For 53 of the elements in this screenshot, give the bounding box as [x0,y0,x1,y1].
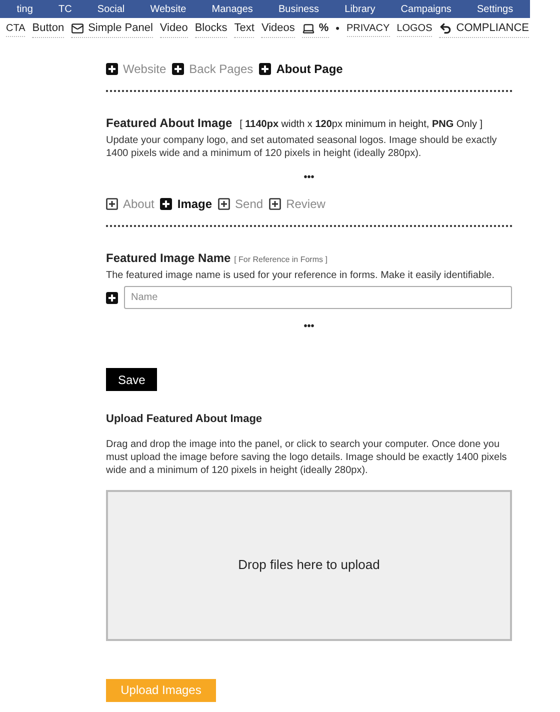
name-input-field[interactable]: Name [124,286,512,309]
plus-square-icon [106,198,118,210]
section-title: Featured Image Name [106,251,231,265]
section-title: Featured About Image [106,116,232,130]
plus-square-icon [106,63,118,75]
nav-link[interactable]: Settings [476,2,514,16]
tab[interactable]: Back Pages [172,60,254,78]
image-spec-text: [ 1140px width x 120px minimum in height, PNG Only ] [240,119,483,130]
description-text: The featured image name is used for your reference in forms. Make it easily identifiable. [106,269,496,282]
undo-icon [439,22,452,35]
toolbar-link[interactable]: PRIVACY [346,21,390,37]
toolbar-link[interactable]: Button [32,20,64,38]
description-text: Update your company logo, and set automated seasonal logos. Image should be exactly 1400 pixels wide and a minimum of 120 pixels in height (ideally 280px). [106,134,498,160]
toolbar-link[interactable]: • [336,20,340,38]
save-button[interactable]: Save [106,368,158,391]
nav-link[interactable]: Library [344,2,376,16]
tab[interactable]: Review [269,195,326,213]
nav-link[interactable]: Business [278,2,320,16]
toolbar-link[interactable]: Simple Panel [71,20,153,38]
toolbar-link[interactable]: % [302,20,329,38]
section-title: Upload Featured About Image [106,412,264,427]
note-text: [ For Reference in Forms ] [234,255,328,264]
nav-link[interactable]: Manages [212,2,253,16]
plus-square-icon [269,198,282,210]
plus-square-icon [106,292,118,304]
toolbar-link[interactable]: COMPLIANCE [439,20,530,38]
tab[interactable]: About Page [259,60,343,78]
file-dropzone[interactable]: Drop files here to upload [106,490,512,640]
tab[interactable]: About [106,195,154,213]
laptop-icon [302,22,315,35]
toolbar-link[interactable]: Text [234,20,254,38]
toolbar-link[interactable]: Videos [261,20,295,38]
plus-square-icon [160,198,172,210]
nav-link[interactable]: Campaigns [400,2,452,16]
nav-link[interactable]: ting [16,2,33,16]
toolbar-link[interactable]: Blocks [194,20,228,38]
more-dots[interactable]: ••• [304,319,314,334]
mail-icon [71,22,84,35]
plus-square-icon [218,198,230,210]
tab[interactable]: Image [160,195,212,213]
description-text: Drag and drop the image into the panel, or click to search your computer. Once done you must upload the image before saving the logo details. Image should be exactly 1400 pixels wide and a minimum of 120 pixels in height (ideally 280px). [106,438,508,476]
toolbar-link[interactable]: Video [160,20,188,38]
nav-link[interactable]: TC [58,2,72,16]
toolbar-link[interactable]: CTA [6,21,26,37]
dropzone-text: Drop files here to upload [238,556,380,574]
tab[interactable]: Send [218,195,264,213]
more-dots[interactable]: ••• [304,170,314,185]
plus-square-icon [172,63,184,75]
nav-link[interactable]: Social [97,2,125,16]
toolbar-link[interactable]: LOGOS [396,21,432,37]
tab[interactable]: Website [106,60,166,78]
plus-square-icon [259,63,272,75]
nav-link[interactable]: Website [150,2,186,16]
